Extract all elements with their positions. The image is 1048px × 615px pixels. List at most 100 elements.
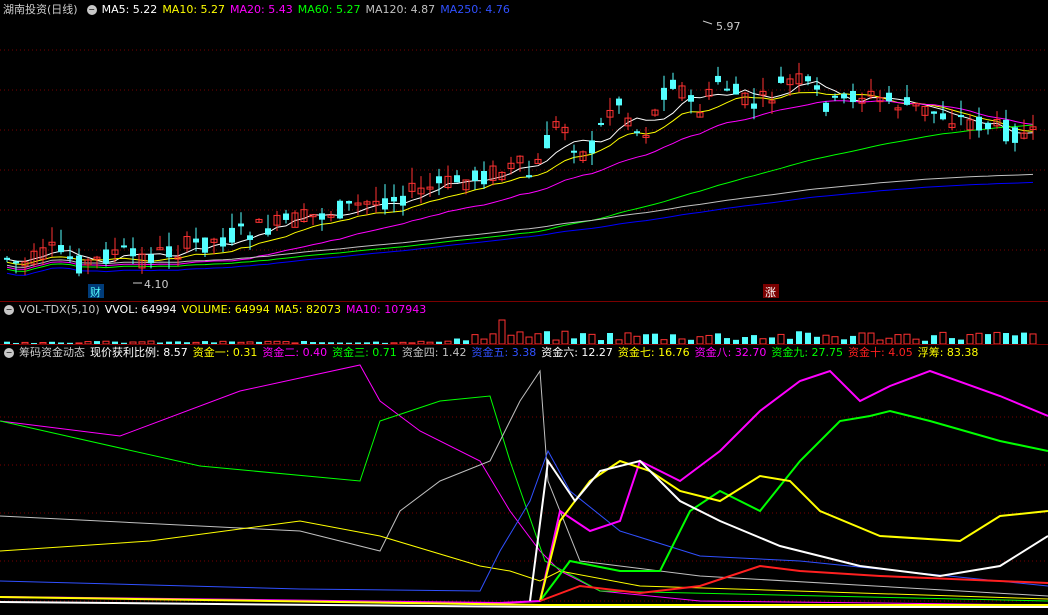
ma60-label: MA60: 5.27 xyxy=(297,3,361,16)
candle-body xyxy=(103,249,109,264)
candle-body xyxy=(148,254,154,264)
chip-line xyxy=(0,369,1048,605)
ma-line xyxy=(6,91,1034,265)
volume-bar xyxy=(696,336,704,344)
candle-body xyxy=(634,131,640,134)
volume-bar xyxy=(966,334,974,344)
candle-body xyxy=(1003,119,1009,142)
candle-body xyxy=(670,79,676,89)
volume-bar xyxy=(652,333,658,344)
candle-body xyxy=(832,95,838,98)
candle-body xyxy=(436,176,442,184)
volume-bar xyxy=(1021,332,1027,344)
chip-item-9: 资金九: 27.75 xyxy=(771,346,844,359)
volume-bar xyxy=(769,337,775,344)
cai-tag[interactable]: 财 xyxy=(90,285,101,299)
vol-ma5-label: MA5: 82073 xyxy=(274,303,342,316)
chip-item-10: 资金十: 4.05 xyxy=(848,346,913,359)
low-price-marker: 4.10 xyxy=(144,278,169,291)
volume-bar xyxy=(777,333,785,344)
volume-bar xyxy=(894,334,902,344)
candle-body xyxy=(319,213,325,220)
candle-body xyxy=(778,76,784,83)
candle-body xyxy=(247,235,253,240)
candle-body xyxy=(1012,127,1018,143)
volume-bar xyxy=(867,332,875,344)
candle-body xyxy=(823,102,829,112)
volume-bar xyxy=(805,332,811,344)
high-marker-arrow xyxy=(702,20,713,25)
chip-line xyxy=(0,369,1048,597)
chip-legend: − 筹码资金动态 现价获利比例: 8.57 资金一: 0.31 资金二: 0.4… xyxy=(0,345,983,361)
candle-body xyxy=(589,140,595,154)
candle-body xyxy=(4,257,10,260)
volume-title: VOL-TDX(5,10) xyxy=(19,303,100,316)
volume-bar xyxy=(624,332,632,344)
volume-bar xyxy=(975,332,983,344)
volume-bar xyxy=(534,333,542,344)
volume-bar xyxy=(544,331,550,344)
volume-bar xyxy=(1012,335,1018,344)
chip-flow-chart[interactable] xyxy=(0,361,1048,615)
volume-bar xyxy=(715,333,721,344)
circle-minus-icon[interactable]: − xyxy=(4,305,14,315)
volume-bar xyxy=(751,335,757,344)
ma20-label: MA20: 5.43 xyxy=(230,3,293,16)
candle-body xyxy=(337,200,343,219)
volume-bar xyxy=(607,333,613,344)
volume-bar xyxy=(705,334,713,344)
candle-body xyxy=(904,97,910,105)
candle-body xyxy=(130,248,136,257)
candle-body xyxy=(724,88,730,91)
candle-body xyxy=(571,150,577,153)
candle-body xyxy=(733,83,739,95)
volume-legend: − VOL-TDX(5,10) VVOL: 64994 VOLUME: 6499… xyxy=(0,302,431,318)
chip-item-0: 现价获利比例: 8.57 xyxy=(90,346,188,359)
candle-body xyxy=(67,256,73,260)
volume-chart[interactable] xyxy=(0,318,1048,344)
volume-bar xyxy=(561,330,569,344)
circle-minus-icon[interactable]: − xyxy=(4,348,14,358)
candle-body xyxy=(688,95,694,102)
chip-item-11: 浮筹: 83.38 xyxy=(917,346,979,359)
high-price-marker: 5.97 xyxy=(716,20,741,33)
ma120-label: MA120: 4.87 xyxy=(365,3,436,16)
price-legend: 湖南投资(日线) − MA5: 5.22 MA10: 5.27 MA20: 5.… xyxy=(0,2,515,18)
volume-bar xyxy=(498,319,506,344)
volume-bar xyxy=(993,331,1001,344)
candle-body xyxy=(715,75,721,83)
candle-body xyxy=(850,90,856,103)
candle-body xyxy=(238,223,244,227)
candle-body xyxy=(166,246,172,258)
chip-item-6: 资金六: 12.27 xyxy=(541,346,613,359)
ma250-label: MA250: 4.76 xyxy=(440,3,510,16)
vol-ma10-label: MA10: 107943 xyxy=(346,303,427,316)
candle-body xyxy=(121,245,127,248)
candle-body xyxy=(472,170,478,181)
chip-item-8: 资金八: 32.70 xyxy=(694,346,767,359)
vvol-label: VVOL: 64994 xyxy=(104,303,177,316)
volume-bar xyxy=(507,334,515,344)
volume-bar xyxy=(985,334,991,344)
volume-bar xyxy=(796,331,802,344)
candle-body xyxy=(58,245,64,253)
candle-body xyxy=(400,195,406,206)
price-chart-title: 湖南投资(日线) xyxy=(3,3,78,16)
volume-bar xyxy=(1029,333,1037,344)
candle-body xyxy=(841,93,847,99)
candle-body xyxy=(544,135,550,149)
candle-body xyxy=(958,115,964,118)
candle-body xyxy=(805,76,811,82)
volume-bar xyxy=(1003,333,1009,344)
volume-bar xyxy=(525,336,533,344)
zhang-tag[interactable]: 涨 xyxy=(765,286,776,299)
circle-minus-icon[interactable]: − xyxy=(86,5,97,15)
candle-body xyxy=(382,198,388,210)
volume-bar xyxy=(903,333,911,344)
candle-body xyxy=(265,228,271,235)
candle-body xyxy=(526,175,532,178)
chip-line xyxy=(539,409,1048,602)
volume-bar xyxy=(850,335,856,344)
candle-body xyxy=(481,171,487,185)
candlestick-chart[interactable]: 5.97 4.10 财 涨 xyxy=(0,18,1048,302)
